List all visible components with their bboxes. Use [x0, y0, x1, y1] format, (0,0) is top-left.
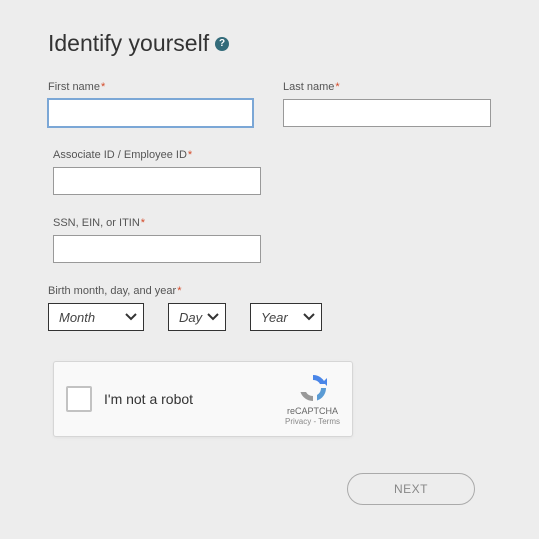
birth-label: Birth month, day, and year* — [48, 285, 491, 297]
recaptcha-brand: reCAPTCHA — [287, 406, 338, 416]
required-marker: * — [335, 81, 339, 93]
required-marker: * — [101, 81, 105, 93]
chevron-down-icon — [207, 313, 219, 321]
page-title: Identify yourself — [48, 30, 209, 57]
recaptcha-widget: I'm not a robot reCAPTCHA Privacy - Term… — [53, 361, 353, 437]
chevron-down-icon — [125, 313, 137, 321]
last-name-input[interactable] — [283, 99, 491, 127]
ssn-input[interactable] — [53, 235, 261, 263]
required-marker: * — [177, 285, 181, 297]
birth-year-select[interactable]: Year — [250, 303, 322, 331]
chevron-down-icon — [303, 313, 315, 321]
birth-day-select[interactable]: Day — [168, 303, 226, 331]
help-icon[interactable]: ? — [215, 37, 229, 51]
required-marker: * — [188, 149, 192, 161]
recaptcha-links[interactable]: Privacy - Terms — [285, 417, 340, 426]
required-marker: * — [141, 217, 145, 229]
recaptcha-checkbox[interactable] — [66, 386, 92, 412]
recaptcha-logo-icon — [297, 372, 329, 404]
next-button[interactable]: NEXT — [347, 473, 475, 505]
last-name-label: Last name* — [283, 81, 491, 93]
first-name-input[interactable] — [48, 99, 253, 127]
ssn-label: SSN, EIN, or ITIN* — [53, 217, 491, 229]
associate-id-label: Associate ID / Employee ID* — [53, 149, 491, 161]
first-name-label: First name* — [48, 81, 253, 93]
birth-month-select[interactable]: Month — [48, 303, 144, 331]
recaptcha-label: I'm not a robot — [104, 391, 285, 407]
associate-id-input[interactable] — [53, 167, 261, 195]
